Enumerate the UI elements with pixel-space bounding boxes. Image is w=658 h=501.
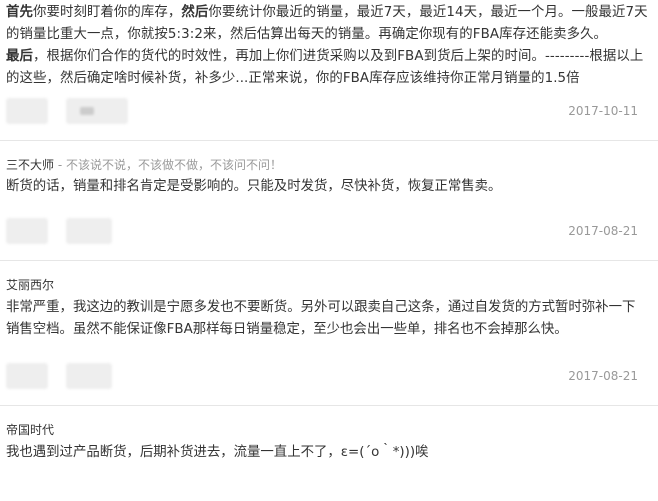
answer-seg-1: 你要时刻盯着你的库存， [32,5,182,20]
like-button[interactable] [6,98,48,124]
comment-author-line: 帝国时代 [6,420,648,440]
reply-icon [80,107,94,115]
comment-author[interactable]: 帝国时代 [6,423,54,437]
comment-text: 我也遇到过产品断货，后期补货进去，流量一直上不了，ε=(´ο｀*)))唉 [6,445,429,460]
answer-seg-2: 然后 [181,5,209,20]
reply-button[interactable] [66,363,112,389]
qa-thread: 首先你要时刻盯着你的库存，然后你要统计你最近的销量，最近7天，最近14天，最近一… [0,0,658,464]
answer-block: 首先你要时刻盯着你的库存，然后你要统计你最近的销量，最近7天，最近14天，最近一… [0,0,658,136]
comment-item: 艾丽西尔 非常严重，我这边的教训是宁愿多发也不要断货。另外可以跟卖自己这条，通过… [0,261,658,401]
comment-text: 断货的话，销量和排名肯定是受影响的。只能及时发货，尽快补货，恢复正常售卖。 [6,179,502,194]
comment-meta-row: 2017-08-21 [6,363,648,401]
comment-text: 非常严重，我这边的教训是宁愿多发也不要断货。另外可以跟卖自己这条，通过自发货的方… [6,300,636,337]
comment-meta-row: 2017-08-21 [6,218,648,256]
comment-author[interactable]: 艾丽西尔 [6,278,54,292]
like-button[interactable] [6,218,48,244]
answer-seg-4: 最后 [6,49,33,64]
reply-button[interactable] [66,98,128,124]
comment-author-line: 三不大师 - 不该说不说，不该做不做，不该问不问！ [6,155,648,175]
comment-date: 2017-08-21 [568,369,638,383]
comment-author[interactable]: 三不大师 [6,158,54,172]
comment-signature: - 不该说不说，不该做不做，不该问不问！ [54,158,282,172]
like-button[interactable] [6,363,48,389]
comment-date: 2017-08-21 [568,224,638,238]
comment-author-line: 艾丽西尔 [6,275,648,295]
answer-text: 首先你要时刻盯着你的库存，然后你要统计你最近的销量，最近7天，最近14天，最近一… [6,2,648,90]
answer-meta-row: 2017-10-11 [6,98,648,136]
answer-date: 2017-10-11 [568,104,638,118]
answer-seg-5: ，根据你们合作的货代的时效性，再加上你们进货采购以及到FBA到货后上架的时间。-… [6,49,644,86]
reply-button[interactable] [66,218,112,244]
comment-item: 帝国时代 我也遇到过产品断货，后期补货进去，流量一直上不了，ε=(´ο｀*)))… [0,406,658,464]
comment-item: 三不大师 - 不该说不说，不该做不做，不该问不问！ 断货的话，销量和排名肯定是受… [0,141,658,256]
answer-seg-0: 首先 [6,5,33,20]
